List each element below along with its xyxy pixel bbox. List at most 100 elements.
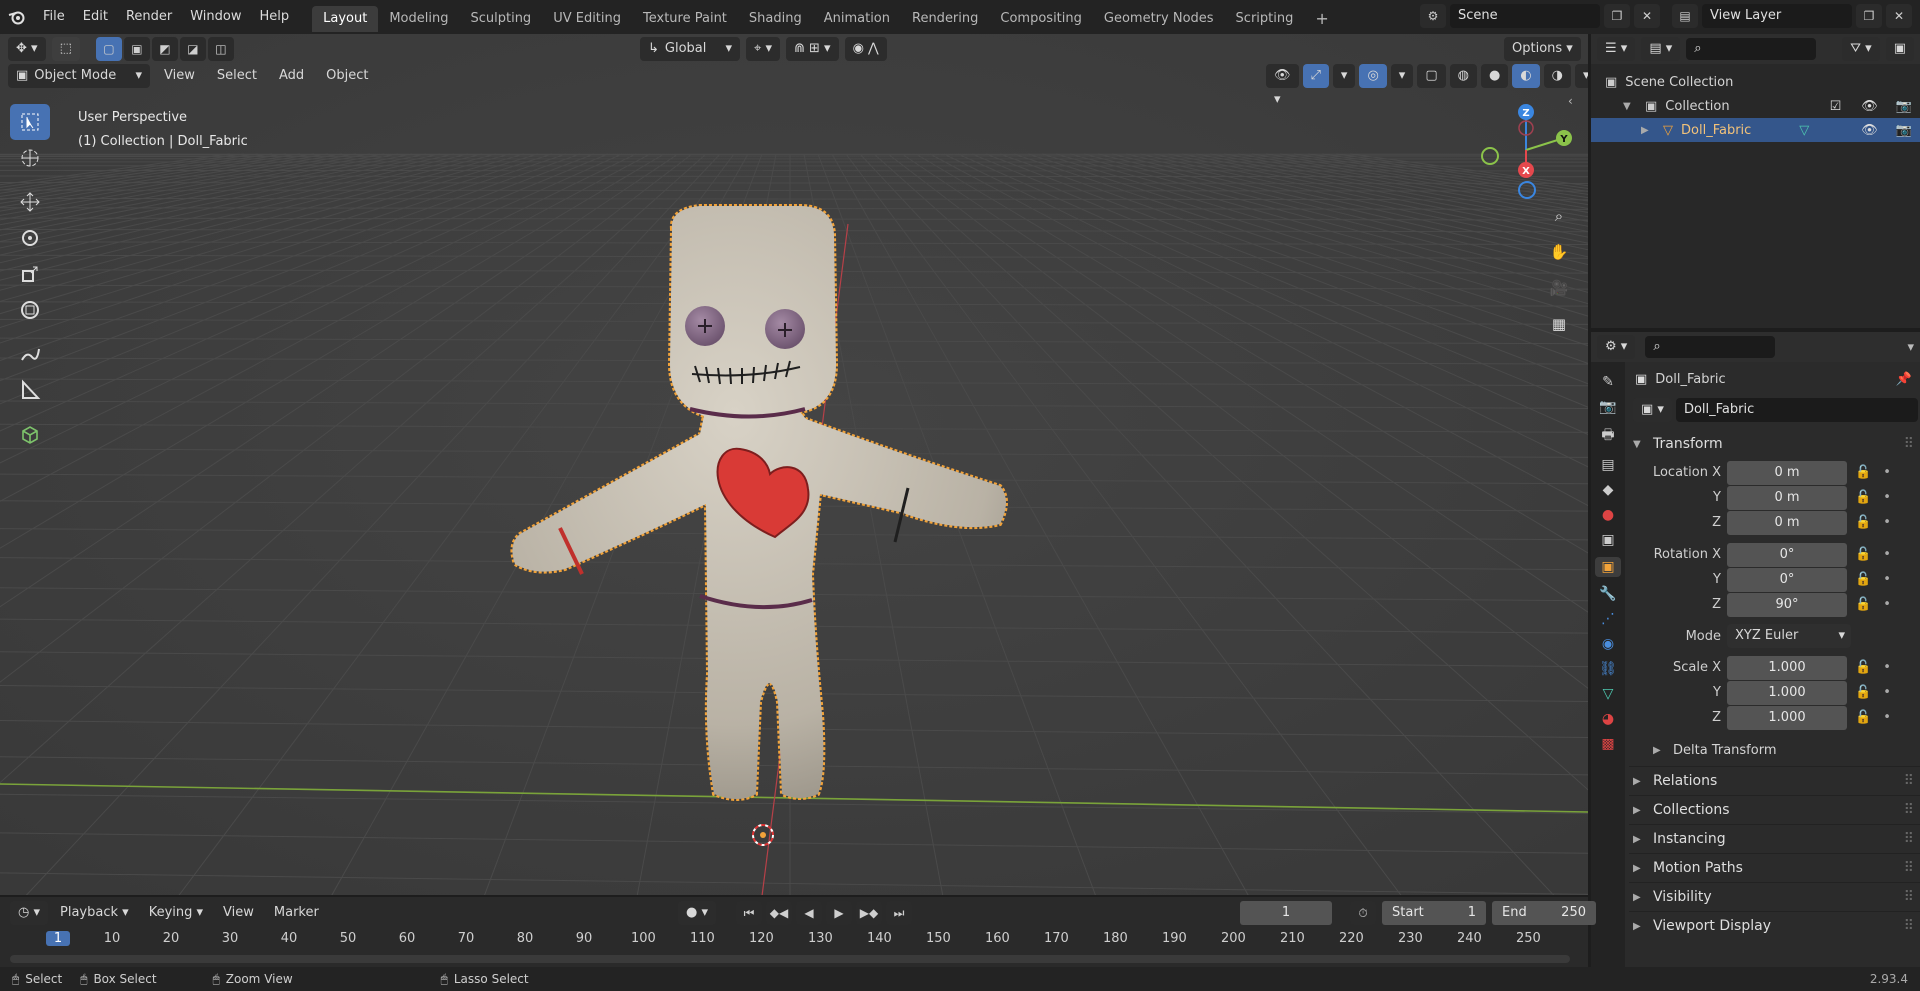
select-tool-icon[interactable]: ⬚ [51, 37, 80, 61]
menu-timeline-view[interactable]: View [215, 901, 262, 925]
drag-handle-icon[interactable]: ⠿ [1904, 773, 1914, 789]
scale-tool-icon[interactable] [10, 256, 50, 292]
drag-handle-icon[interactable]: ⠿ [1904, 860, 1914, 876]
scale-x-field[interactable]: 1.000 [1727, 655, 1847, 680]
particles-tab-icon[interactable]: ⋰ [1601, 611, 1615, 627]
overlays-dropdown-icon[interactable]: ▾ [1390, 64, 1414, 88]
lock-icon[interactable]: 🔓 [1855, 685, 1871, 700]
keyframe-dot-icon[interactable]: • [1883, 572, 1891, 587]
tab-uv-editing[interactable]: UV Editing [542, 6, 632, 32]
overlays-toggle-icon[interactable]: ◎ [1359, 64, 1387, 88]
lock-icon[interactable]: 🔓 [1855, 660, 1871, 675]
object-name-field[interactable]: Doll_Fabric [1675, 398, 1918, 422]
blender-logo-icon[interactable] [0, 0, 34, 34]
location-y-field[interactable]: 0 m [1727, 485, 1847, 510]
shading-dropdown-icon[interactable]: ▾ [1575, 64, 1588, 88]
keyframe-dot-icon[interactable]: • [1883, 515, 1891, 530]
timeline-scrollbar[interactable] [10, 955, 1570, 963]
select-subtract-icon[interactable]: ◩ [151, 37, 178, 61]
drag-handle-icon[interactable]: ⠿ [1904, 802, 1914, 818]
gizmo-neg-z-axis[interactable] [1518, 181, 1536, 199]
visibility-icon[interactable]: 👁 ▾ [1266, 64, 1299, 107]
editor-type-icon[interactable]: ✥ ▾ [8, 37, 46, 61]
tab-modeling[interactable]: Modeling [378, 6, 459, 32]
drag-handle-icon[interactable]: ⠿ [1904, 436, 1914, 452]
panel-instancing[interactable]: ▶ Instancing ⠿ [1629, 824, 1920, 853]
outliner-row-collection[interactable]: ▼ ▣ Collection ☑ 👁 📷 [1591, 94, 1920, 118]
menu-edit[interactable]: Edit [74, 0, 117, 34]
location-x-field[interactable]: 0 m [1727, 460, 1847, 485]
move-tool-icon[interactable] [10, 184, 50, 220]
view-layer-browse-icon[interactable]: ▤ [1672, 4, 1698, 28]
keyframe-dot-icon[interactable]: • [1883, 465, 1891, 480]
keyframe-dot-icon[interactable]: • [1883, 490, 1891, 505]
viewport-canvas[interactable] [0, 34, 1588, 895]
menu-add[interactable]: Add [271, 64, 312, 88]
lock-icon[interactable]: 🔓 [1855, 465, 1871, 480]
object-browse-icon[interactable]: ▣ ▾ [1633, 398, 1672, 422]
xray-toggle-icon[interactable]: ▢ [1417, 64, 1446, 88]
render-tab-icon[interactable]: 📷 [1599, 399, 1616, 415]
record-keyframe-icon[interactable]: ● ▾ [678, 901, 717, 925]
keyframe-dot-icon[interactable]: • [1883, 660, 1891, 675]
current-frame-marker[interactable]: 1 [46, 931, 70, 946]
add-workspace-icon[interactable]: + [1304, 6, 1339, 32]
scene-browse-icon[interactable]: ⚙ [1420, 4, 1446, 28]
scene-name-field[interactable]: Scene [1450, 4, 1600, 28]
rotation-y-field[interactable]: 0° [1727, 567, 1847, 592]
3d-viewport[interactable]: ✥ ▾ ⬚ ▢ ▣ ◩ ◪ ◫ ↳ Global ▾ ⌖ ▾ ⋒ ⊞ ▾ ◉ ⋀… [0, 34, 1588, 895]
material-tab-icon[interactable]: ◕ [1602, 711, 1614, 727]
new-scene-icon[interactable]: ❐ [1604, 4, 1630, 28]
lock-icon[interactable]: 🔓 [1855, 597, 1871, 612]
frame-ruler[interactable]: 1 10 20 30 40 50 60 70 80 90 100 110 120 130 140 150 160… [0, 929, 1588, 953]
panel-collections[interactable]: ▶ Collections ⠿ [1629, 795, 1920, 824]
menu-keying[interactable]: Keying ▾ [141, 901, 211, 925]
view-layer-field[interactable]: View Layer [1702, 4, 1852, 28]
pin-icon[interactable]: 📌 [1896, 372, 1912, 387]
proportional-edit-icon[interactable]: ◉ ⋀ [844, 37, 887, 61]
transform-panel-header[interactable]: ▼ Transform ⠿ [1629, 428, 1920, 460]
keyframe-dot-icon[interactable]: • [1883, 685, 1891, 700]
cursor-tool-icon[interactable] [10, 140, 50, 176]
physics-tab-icon[interactable]: ◉ [1602, 636, 1614, 652]
zoom-icon[interactable]: ⌕ [1545, 202, 1573, 230]
tab-geometry-nodes[interactable]: Geometry Nodes [1093, 6, 1225, 32]
shading-material-icon[interactable]: ◐ [1512, 64, 1540, 88]
tab-texture-paint[interactable]: Texture Paint [632, 6, 738, 32]
texture-tab-icon[interactable]: ▩ [1601, 736, 1614, 752]
rotation-x-field[interactable]: 0° [1727, 542, 1847, 567]
timeline-editor-type-icon[interactable]: ◷ ▾ [10, 901, 49, 925]
jump-end-icon[interactable]: ⏭ [886, 901, 913, 925]
end-frame-field[interactable]: End 250 [1492, 901, 1596, 925]
tool-tab-icon[interactable]: ✎ [1602, 374, 1614, 390]
jump-next-keyframe-icon[interactable]: ▶◆ [856, 901, 883, 925]
properties-editor-type-icon[interactable]: ⚙ ▾ [1597, 335, 1636, 359]
render-camera-icon[interactable]: 📷 [1896, 123, 1912, 138]
sidebar-toggle-icon[interactable]: ‹ [1568, 94, 1573, 108]
preview-range-clock-icon[interactable]: ⏱ [1350, 901, 1376, 925]
expand-arrow-icon[interactable]: ▼ [1623, 101, 1637, 112]
drag-handle-icon[interactable]: ⠿ [1904, 889, 1914, 905]
delete-view-layer-icon[interactable]: ✕ [1886, 4, 1912, 28]
menu-select[interactable]: Select [209, 64, 265, 88]
lock-icon[interactable]: 🔓 [1855, 515, 1871, 530]
orientation-dropdown[interactable]: ↳ Global ▾ [640, 37, 740, 61]
modifier-tab-icon[interactable]: 🔧 [1599, 586, 1616, 602]
menu-file[interactable]: File [34, 0, 74, 34]
tab-animation[interactable]: Animation [813, 6, 901, 32]
menu-playback[interactable]: Playback ▾ [52, 901, 137, 925]
expand-arrow-icon[interactable]: ▶ [1641, 125, 1655, 136]
outliner-row-doll-fabric[interactable]: ▶ ▽ Doll_Fabric ▽ 👁 📷 [1591, 118, 1920, 142]
output-tab-icon[interactable]: 🖶 [1601, 424, 1614, 448]
select-box-tool-icon[interactable] [10, 104, 50, 140]
pivot-point-icon[interactable]: ⌖ ▾ [746, 37, 780, 61]
lock-icon[interactable]: 🔓 [1855, 547, 1871, 562]
menu-render[interactable]: Render [117, 0, 181, 34]
keyframe-dot-icon[interactable]: • [1883, 597, 1891, 612]
perspective-toggle-icon[interactable]: ▦ [1545, 310, 1573, 338]
visibility-eye-icon[interactable]: 👁 [1861, 123, 1878, 138]
snap-icon[interactable]: ⋒ ⊞ ▾ [785, 37, 839, 61]
chevron-down-icon[interactable]: ▾ [1907, 340, 1914, 355]
visibility-eye-icon[interactable]: 👁 [1861, 99, 1878, 114]
lock-icon[interactable]: 🔓 [1855, 490, 1871, 505]
